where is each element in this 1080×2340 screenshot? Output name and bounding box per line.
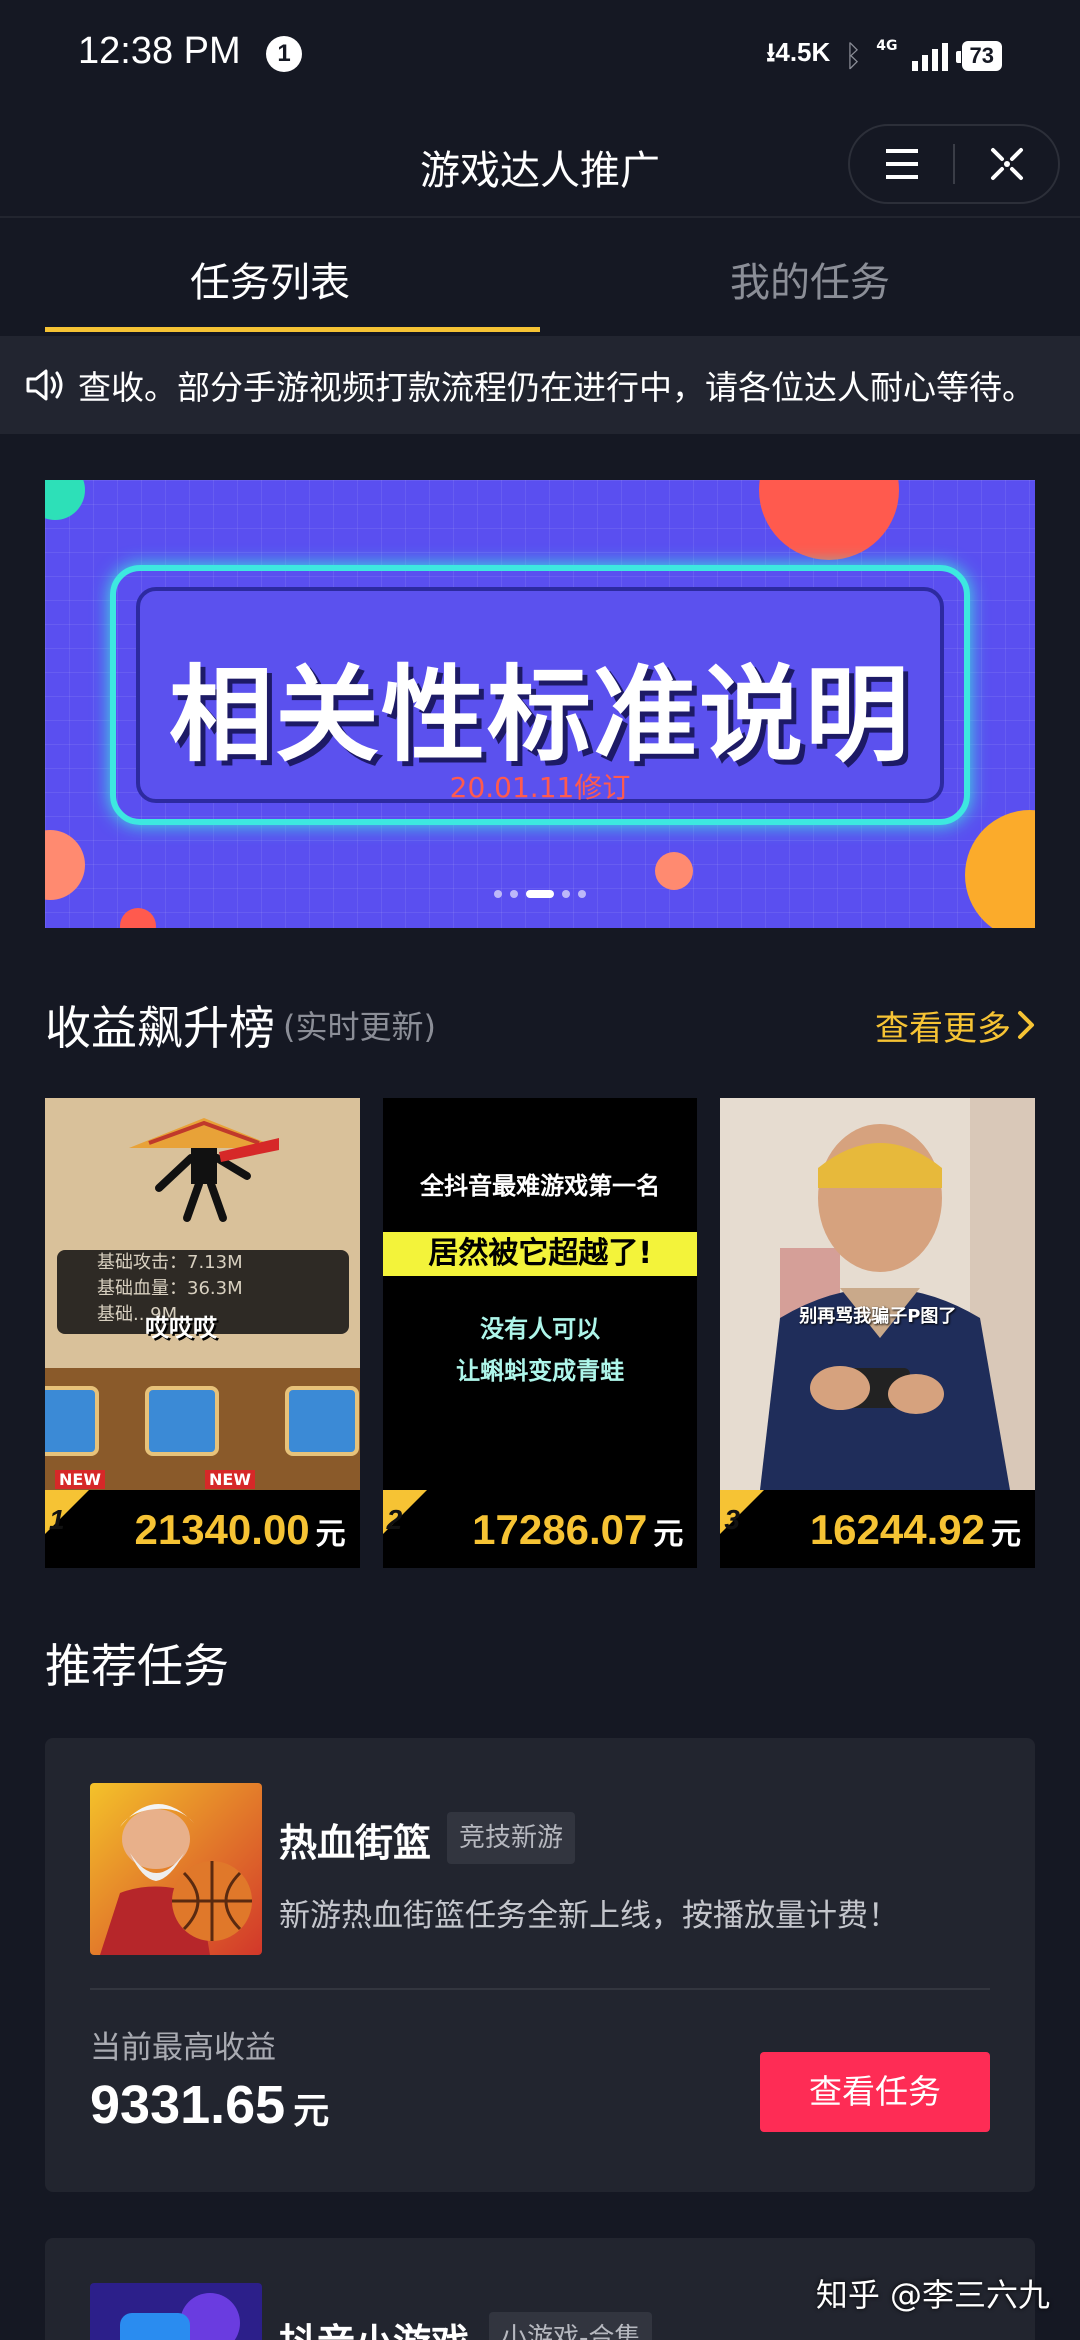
battery-icon: 73 [955, 41, 1002, 71]
ranking-list: 基础攻击：7.13M 基础血量：36.3M 基础...9M 哎哎哎 NEW NE… [45, 1098, 1036, 1568]
notice-text: 查收。部分手游视频打款流程仍在进行中，请各位达人耐心等待。 [78, 368, 1035, 407]
earning-amount: 9331.65 元 [90, 2075, 330, 2135]
download-speed: ⭳4.5K [766, 37, 831, 67]
close-target-icon [990, 148, 1023, 180]
menu-button[interactable] [850, 126, 953, 202]
basketball-game-icon [90, 1783, 262, 1955]
thumbnail-caption: 没有人可以 让蝌蚪变成青蛙 [456, 1315, 625, 1385]
mini-program-capsule [848, 124, 1060, 204]
status-indicators: ⭳4.5K ᛒ 4G 73 [766, 34, 1002, 78]
banner-title: 相关性标准说明 [168, 654, 911, 776]
rank-amount: 21340.00 元 [134, 1506, 346, 1553]
banner-carousel[interactable]: 相关性标准说明 20.01.11修订 [45, 480, 1035, 928]
thumbnail-caption: 哎哎哎 [145, 1314, 217, 1342]
carousel-dot [562, 890, 570, 898]
notification-badge: 1 [266, 36, 302, 72]
rank-amount: 17286.07 元 [472, 1506, 684, 1553]
status-time: 12:38 PM [78, 30, 241, 72]
divider [90, 1988, 990, 1990]
watermark: 知乎 @李三六九 [815, 2276, 1050, 2314]
thumbnail-highlight: 居然被它超越了! [382, 1232, 698, 1276]
status-bar: 12:38 PM 1 ⭳4.5K ᛒ 4G 73 [0, 0, 1080, 110]
rank-number: 1 [49, 1504, 65, 1535]
game-tile [145, 1386, 219, 1456]
signal-icon [911, 41, 948, 71]
mini-game-icon [90, 2283, 262, 2340]
ranking-title: 收益飙升榜 [45, 1001, 275, 1055]
network-type: 4G [876, 38, 898, 54]
game-tile [285, 1386, 359, 1456]
task-tag: 竞技新游 [447, 1812, 576, 1864]
task-name: 抖音小游戏 [279, 2312, 469, 2340]
carousel-dot [578, 890, 586, 898]
notice-bar: 查收。部分手游视频打款流程仍在进行中，请各位达人耐心等待。 [0, 336, 1080, 434]
video-thumbnail: 基础攻击：7.13M 基础血量：36.3M 基础...9M 哎哎哎 NEW NE… [45, 1098, 360, 1490]
ranking-card[interactable]: 基础攻击：7.13M 基础血量：36.3M 基础...9M 哎哎哎 NEW NE… [45, 1098, 360, 1568]
banner-subtitle: 20.01.11修订 [449, 771, 631, 804]
rank-number: 2 [386, 1504, 403, 1535]
tab-my-tasks[interactable]: 我的任务 [540, 220, 1080, 336]
recommend-title: 推荐任务 [45, 1639, 229, 1693]
new-label: NEW [55, 1470, 105, 1489]
carousel-dot [494, 890, 502, 898]
video-thumbnail: 全抖音最难游戏第一名 居然被它超越了! 没有人可以 让蝌蚪变成青蛙 [382, 1098, 698, 1490]
task-description: 新游热血街篮任务全新上线，按播放量计费！ [279, 1898, 899, 1934]
game-icon [90, 1783, 262, 1955]
rank-amount: 16244.92 元 [809, 1506, 1022, 1553]
menu-icon [885, 149, 918, 179]
decor-circle [759, 480, 899, 560]
person-photo [720, 1098, 1036, 1490]
ranking-header: 收益飙升榜 (实时更新) 查看更多 [45, 990, 1035, 1060]
new-label: NEW [205, 1470, 255, 1489]
view-task-button[interactable]: 查看任务 [760, 2052, 990, 2132]
task-name: 热血街篮 [279, 1821, 432, 1865]
thumbnail-caption: 全抖音最难游戏第一名 [420, 1172, 661, 1200]
ranking-card[interactable]: 全抖音最难游戏第一名 居然被它超越了! 没有人可以 让蝌蚪变成青蛙 2 1728… [382, 1098, 698, 1568]
close-button[interactable] [955, 126, 1058, 202]
task-card[interactable]: 热血街篮 竞技新游 新游热血街篮任务全新上线，按播放量计费！ 当前最高收益 93… [45, 1738, 1035, 2192]
decor-circle [965, 810, 1035, 928]
see-more-link[interactable]: 查看更多 [875, 1001, 1035, 1050]
carousel-indicator [45, 890, 1035, 898]
decor-circle [120, 908, 156, 928]
tab-task-list[interactable]: 任务列表 [0, 220, 540, 336]
see-more-label: 查看更多 [875, 1008, 1011, 1049]
rank-number: 3 [724, 1504, 740, 1535]
ranking-card[interactable]: 别再骂我骗子P图了 3 16244.92 元 [720, 1098, 1036, 1568]
ranking-subtitle: (实时更新) [283, 1008, 436, 1046]
task-tag: 小游戏-合集 [489, 2312, 653, 2340]
speaker-icon [26, 369, 63, 401]
title-bar: 游戏达人推广 [0, 110, 1080, 218]
game-tile [45, 1386, 99, 1456]
chevron-right-icon [1018, 1011, 1034, 1039]
thumbnail-caption: 别再骂我骗子P图了 [799, 1306, 957, 1327]
decor-circle [655, 852, 693, 890]
decor-circle [45, 480, 85, 520]
bluetooth-icon: ᛒ [844, 38, 863, 74]
tab-bar: 任务列表 我的任务 [0, 220, 1080, 336]
earning-label: 当前最高收益 [90, 2030, 276, 2066]
download-arrow-icon: ⭳ [766, 37, 776, 67]
ninja-character-image [129, 1118, 279, 1222]
video-thumbnail: 别再骂我骗子P图了 [720, 1098, 1036, 1490]
carousel-dot-active [526, 890, 554, 898]
carousel-dot [510, 890, 518, 898]
game-icon [90, 2283, 262, 2340]
